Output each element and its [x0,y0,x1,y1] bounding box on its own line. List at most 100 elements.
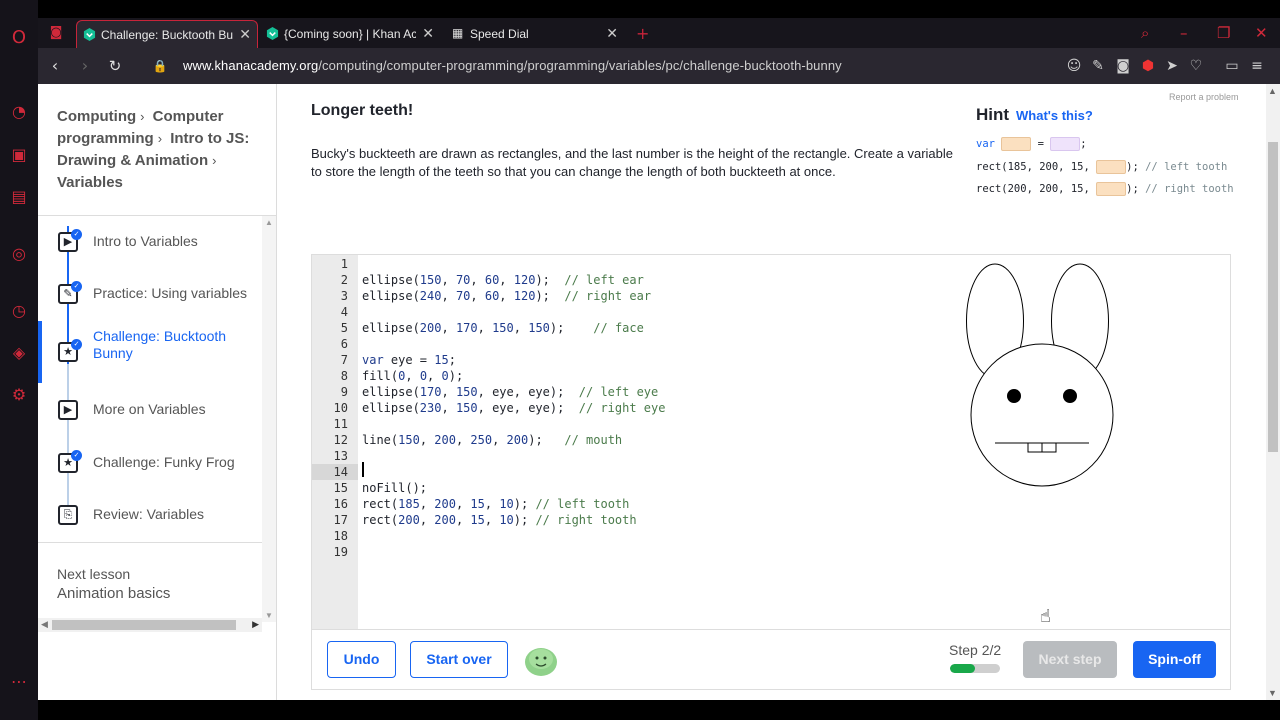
tab-title: {Coming soon} | Khan Academy [284,27,416,41]
code-line[interactable]: rect(185, 200, 15, 10); // left tooth [362,496,629,512]
scroll-up-icon[interactable]: ▲ [1268,86,1277,96]
code-line[interactable]: var eye = 15; [362,352,456,368]
next-step-button[interactable]: Next step [1023,641,1117,678]
speedometer-icon[interactable]: ◔ [9,102,29,122]
close-icon[interactable]: ✕ [422,20,434,48]
forward-icon[interactable]: › [74,55,96,77]
left-eye [1007,389,1021,403]
bunny-drawing [966,263,1114,487]
battery-icon[interactable]: ▭ [1223,57,1241,75]
heart-icon[interactable]: ♡ [1187,57,1205,75]
editor-toolbar: Undo Start over Step 2/2 Next step Spin-… [311,630,1231,690]
player-icon[interactable]: ◎ [9,244,29,264]
report-problem-link[interactable]: Report a problem [1169,92,1239,102]
search-icon[interactable]: ⌕ [1141,24,1149,42]
breadcrumb-computing[interactable]: Computing [57,108,136,125]
start-over-button[interactable]: Start over [410,641,508,678]
line-number: 18 [333,529,348,543]
hint-line-3: rect(200, 200, 15, ); // right tooth [976,182,1234,196]
hint-blank [1096,160,1127,174]
scrollbar-thumb[interactable] [1268,142,1278,452]
challenge-description: Bucky's buckteeth are drawn as rectangle… [311,146,954,179]
hint-comment: // right tooth [1145,183,1234,195]
hint-blank [1001,137,1032,151]
undo-button[interactable]: Undo [327,641,396,678]
horizontal-scrollbar[interactable]: ◀ ▶ [38,618,262,632]
lesson-list-scrollbar[interactable]: ▲ ▼ [262,216,276,622]
lock-icon: 🔒 [152,59,168,73]
twitch-icon[interactable]: ▤ [9,187,29,207]
tab-speed-dial[interactable]: ▦ Speed Dial ✕ [446,20,624,48]
code-line[interactable]: ellipse(240, 70, 60, 120); // right ear [362,288,651,304]
gamepad-icon[interactable]: ◙ [46,23,66,43]
code-line[interactable]: fill(0, 0, 0); [362,368,463,384]
page-scrollbar[interactable]: ▲ ▼ [1266,84,1280,700]
check-icon: ✓ [71,281,82,292]
code-line[interactable]: rect(200, 200, 15, 10); // right tooth [362,512,637,528]
output-canvas[interactable] [854,254,1231,630]
line-number: 9 [340,385,348,399]
tab-challenge[interactable]: Challenge: Bucktooth Bunny ✕ [76,20,258,48]
new-tab-button[interactable]: + [636,20,656,48]
back-icon[interactable]: ‹ [44,55,66,77]
scroll-down-icon[interactable]: ▼ [265,611,273,620]
code-editor[interactable]: 1 2 3 4 5 6 7 8 9 10 11 12 13 14 15 16 17 18 19 ellipse(15… [311,254,855,630]
adblock-icon[interactable]: ⬢ [1139,57,1157,75]
scroll-left-icon[interactable]: ◀ [41,619,48,630]
scrollbar-thumb[interactable] [52,620,236,630]
hint-blank [1096,182,1127,196]
scroll-down-icon[interactable]: ▼ [1268,688,1277,698]
minimize-icon[interactable]: – [1180,24,1188,42]
bag-icon[interactable]: ▣ [9,145,29,165]
lesson-label: Practice: Using variables [93,285,248,301]
close-icon[interactable]: ✕ [239,21,251,48]
close-icon[interactable]: ✕ [606,20,618,48]
reload-icon[interactable]: ↻ [104,55,126,77]
code-line[interactable]: ellipse(230, 150, eye, eye); // right ey… [362,400,665,416]
lesson-sidebar: Computing › Computer programming › Intro t… [38,84,277,700]
next-lesson-link[interactable]: Animation basics [57,585,170,602]
hint-line-1: var = ; [976,137,1087,151]
hint-title: Hint [976,105,1010,124]
tab-coming-soon[interactable]: {Coming soon} | Khan Academy ✕ [260,20,440,48]
address-bar: ‹ › ↻ 🔒 www.khanacademy.org/computing/co… [38,48,1280,84]
spin-off-button[interactable]: Spin-off [1133,641,1216,678]
close-window-icon[interactable]: ✕ [1255,24,1268,42]
lesson-label: Review: Variables [93,506,205,522]
line-number: 12 [333,433,348,447]
code-line[interactable]: noFill(); [362,480,427,496]
code-line[interactable]: ellipse(150, 70, 60, 120); // left ear [362,272,644,288]
hint-keyword: var [976,138,995,150]
line-number: 15 [333,481,348,495]
cube-icon[interactable]: ◈ [9,343,29,363]
edit-icon[interactable]: ✎ [1089,57,1107,75]
line-number: 11 [333,417,348,431]
history-icon[interactable]: ◷ [9,301,29,321]
opera-logo-icon[interactable]: O [9,28,29,48]
hint-semicolon: ; [1080,138,1087,150]
line-number: 5 [340,321,348,335]
challenge-title: Longer teeth! [311,102,414,119]
page: Computing › Computer programming › Intro t… [38,84,1266,700]
code-line[interactable]: line(150, 200, 250, 200); // mouth [362,432,622,448]
step-progress-bar [950,664,1000,673]
code-line[interactable]: ellipse(200, 170, 150, 150); // face [362,320,644,336]
url-field[interactable]: www.khanacademy.org/computing/computer-p… [183,58,842,73]
menu-icon[interactable]: ≡ [1248,57,1266,75]
restore-icon[interactable]: ❐ [1217,24,1230,42]
camera-icon[interactable]: ◙ [1114,57,1132,75]
lesson-label: Intro to Variables [93,233,198,249]
scroll-up-icon[interactable]: ▲ [265,218,273,227]
text-cursor [362,462,364,477]
scroll-right-icon[interactable]: ▶ [252,619,259,630]
code-line[interactable]: ellipse(170, 150, eye, eye); // left eye [362,384,658,400]
settings-icon[interactable]: ⚙ [9,385,29,405]
lesson-label: Challenge: Funky Frog [93,454,235,470]
whats-this-link[interactable]: What's this? [1016,108,1093,123]
line-number: 14 [312,464,358,480]
emoji-icon[interactable]: ☺ [1065,57,1083,75]
more-icon[interactable]: ⋯ [9,672,29,692]
khan-academy-icon [266,27,279,40]
send-icon[interactable]: ➤ [1163,57,1181,75]
breadcrumb-variables[interactable]: Variables [57,174,123,191]
